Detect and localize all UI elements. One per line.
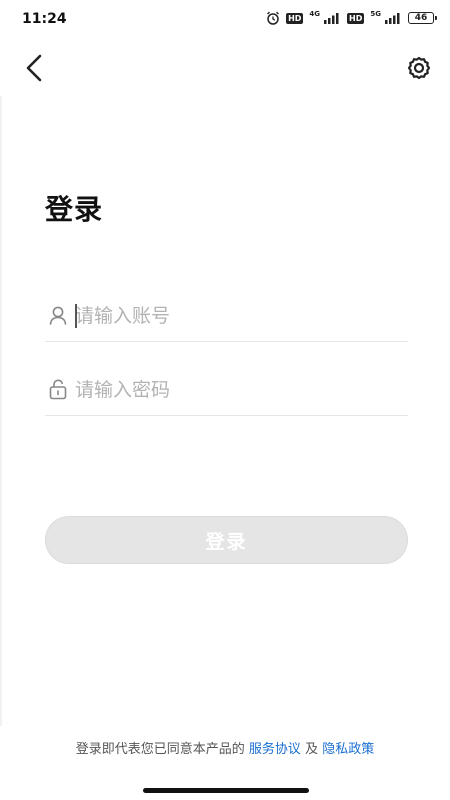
divider [0, 96, 2, 726]
page-title: 登录 [45, 193, 104, 226]
status-icons: HD 4G HD 5G 46 [266, 10, 437, 25]
signal-icon [324, 13, 339, 24]
back-button[interactable] [20, 52, 48, 84]
service-agreement-link[interactable]: 服务协议 [249, 742, 301, 757]
agreement-joiner: 及 [300, 742, 323, 757]
battery-icon: 46 [408, 12, 437, 24]
login-button[interactable]: 登录 [45, 516, 408, 564]
user-icon [49, 306, 67, 325]
network-type-label: 4G [309, 10, 321, 18]
gear-icon [407, 56, 431, 80]
account-input[interactable] [75, 300, 395, 332]
text-cursor [75, 304, 77, 328]
network-type-label: 5G [370, 10, 381, 18]
password-input[interactable] [75, 374, 395, 406]
hd-badge: HD [286, 12, 304, 24]
privacy-policy-link[interactable]: 隐私政策 [322, 742, 374, 757]
settings-button[interactable] [406, 55, 432, 81]
lock-icon [49, 379, 67, 400]
alarm-icon [267, 11, 280, 25]
signal-icon [385, 13, 400, 24]
battery-level: 46 [414, 13, 428, 23]
hd-badge: HD [347, 12, 365, 24]
status-time: 11:24 [22, 11, 67, 27]
account-field[interactable] [45, 291, 408, 342]
home-indicator[interactable] [143, 788, 309, 793]
password-field[interactable] [45, 365, 408, 416]
agreement-prefix: 登录即代表您已同意本产品的 [75, 742, 249, 757]
agreement-text: 登录即代表您已同意本产品的 服务协议 及 隐私政策 [0, 738, 450, 757]
status-bar: 11:24 HD 4G HD 5G 46 [0, 0, 450, 38]
